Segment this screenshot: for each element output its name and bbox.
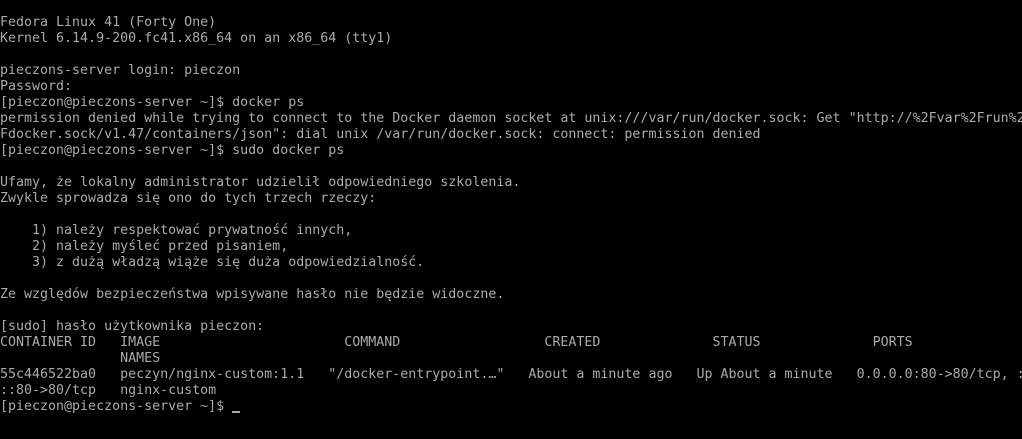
docker-ps-header: CONTAINER ID IMAGE COMMAND CREATED STATU… — [0, 335, 913, 350]
terminal-line: 1) należy respektować prywatność innych, — [0, 223, 353, 238]
terminal-line: [sudo] hasło użytkownika pieczon: — [0, 319, 265, 334]
terminal-line: Ufamy, że lokalny administrator udzielił… — [0, 175, 521, 190]
terminal-line: [pieczon@pieczons-server ~]$ docker ps — [0, 95, 305, 110]
terminal-line: permission denied while trying to connec… — [0, 111, 1022, 126]
terminal-line: [pieczon@pieczons-server ~]$ sudo docker… — [0, 143, 345, 158]
terminal-line: Ze względów bezpieczeństwa wpisywane has… — [0, 287, 505, 302]
shell-prompt: [pieczon@pieczons-server ~]$ — [0, 399, 233, 414]
docker-ps-header-names: NAMES — [0, 351, 161, 366]
terminal-line: 2) należy myśleć przed pisaniem, — [0, 239, 289, 254]
docker-ps-row: 55c446522ba0 peczyn/nginx-custom:1.1 "/d… — [0, 367, 1022, 382]
terminal-line: Fedora Linux 41 (Forty One) — [0, 15, 217, 30]
terminal-line: Kernel 6.14.9-200.fc41.x86_64 on an x86_… — [0, 31, 393, 46]
terminal-line: 3) z dużą władzą wiąże się duża odpowied… — [0, 255, 425, 270]
command-prompt-line[interactable]: [pieczon@pieczons-server ~]$ — [0, 399, 1022, 415]
terminal-line: pieczons-server login: pieczon — [0, 63, 241, 78]
terminal-line: Fdocker.sock/v1.47/containers/json": dia… — [0, 127, 761, 142]
terminal-line: Password: — [0, 79, 73, 94]
text-cursor — [232, 411, 241, 413]
docker-ps-row-continuation: ::80->80/tcp nginx-custom — [0, 383, 217, 398]
terminal-line: Zwykle sprowadza się ono do tych trzech … — [0, 191, 377, 206]
terminal-screen[interactable]: Fedora Linux 41 (Forty One) Kernel 6.14.… — [0, 0, 1022, 439]
